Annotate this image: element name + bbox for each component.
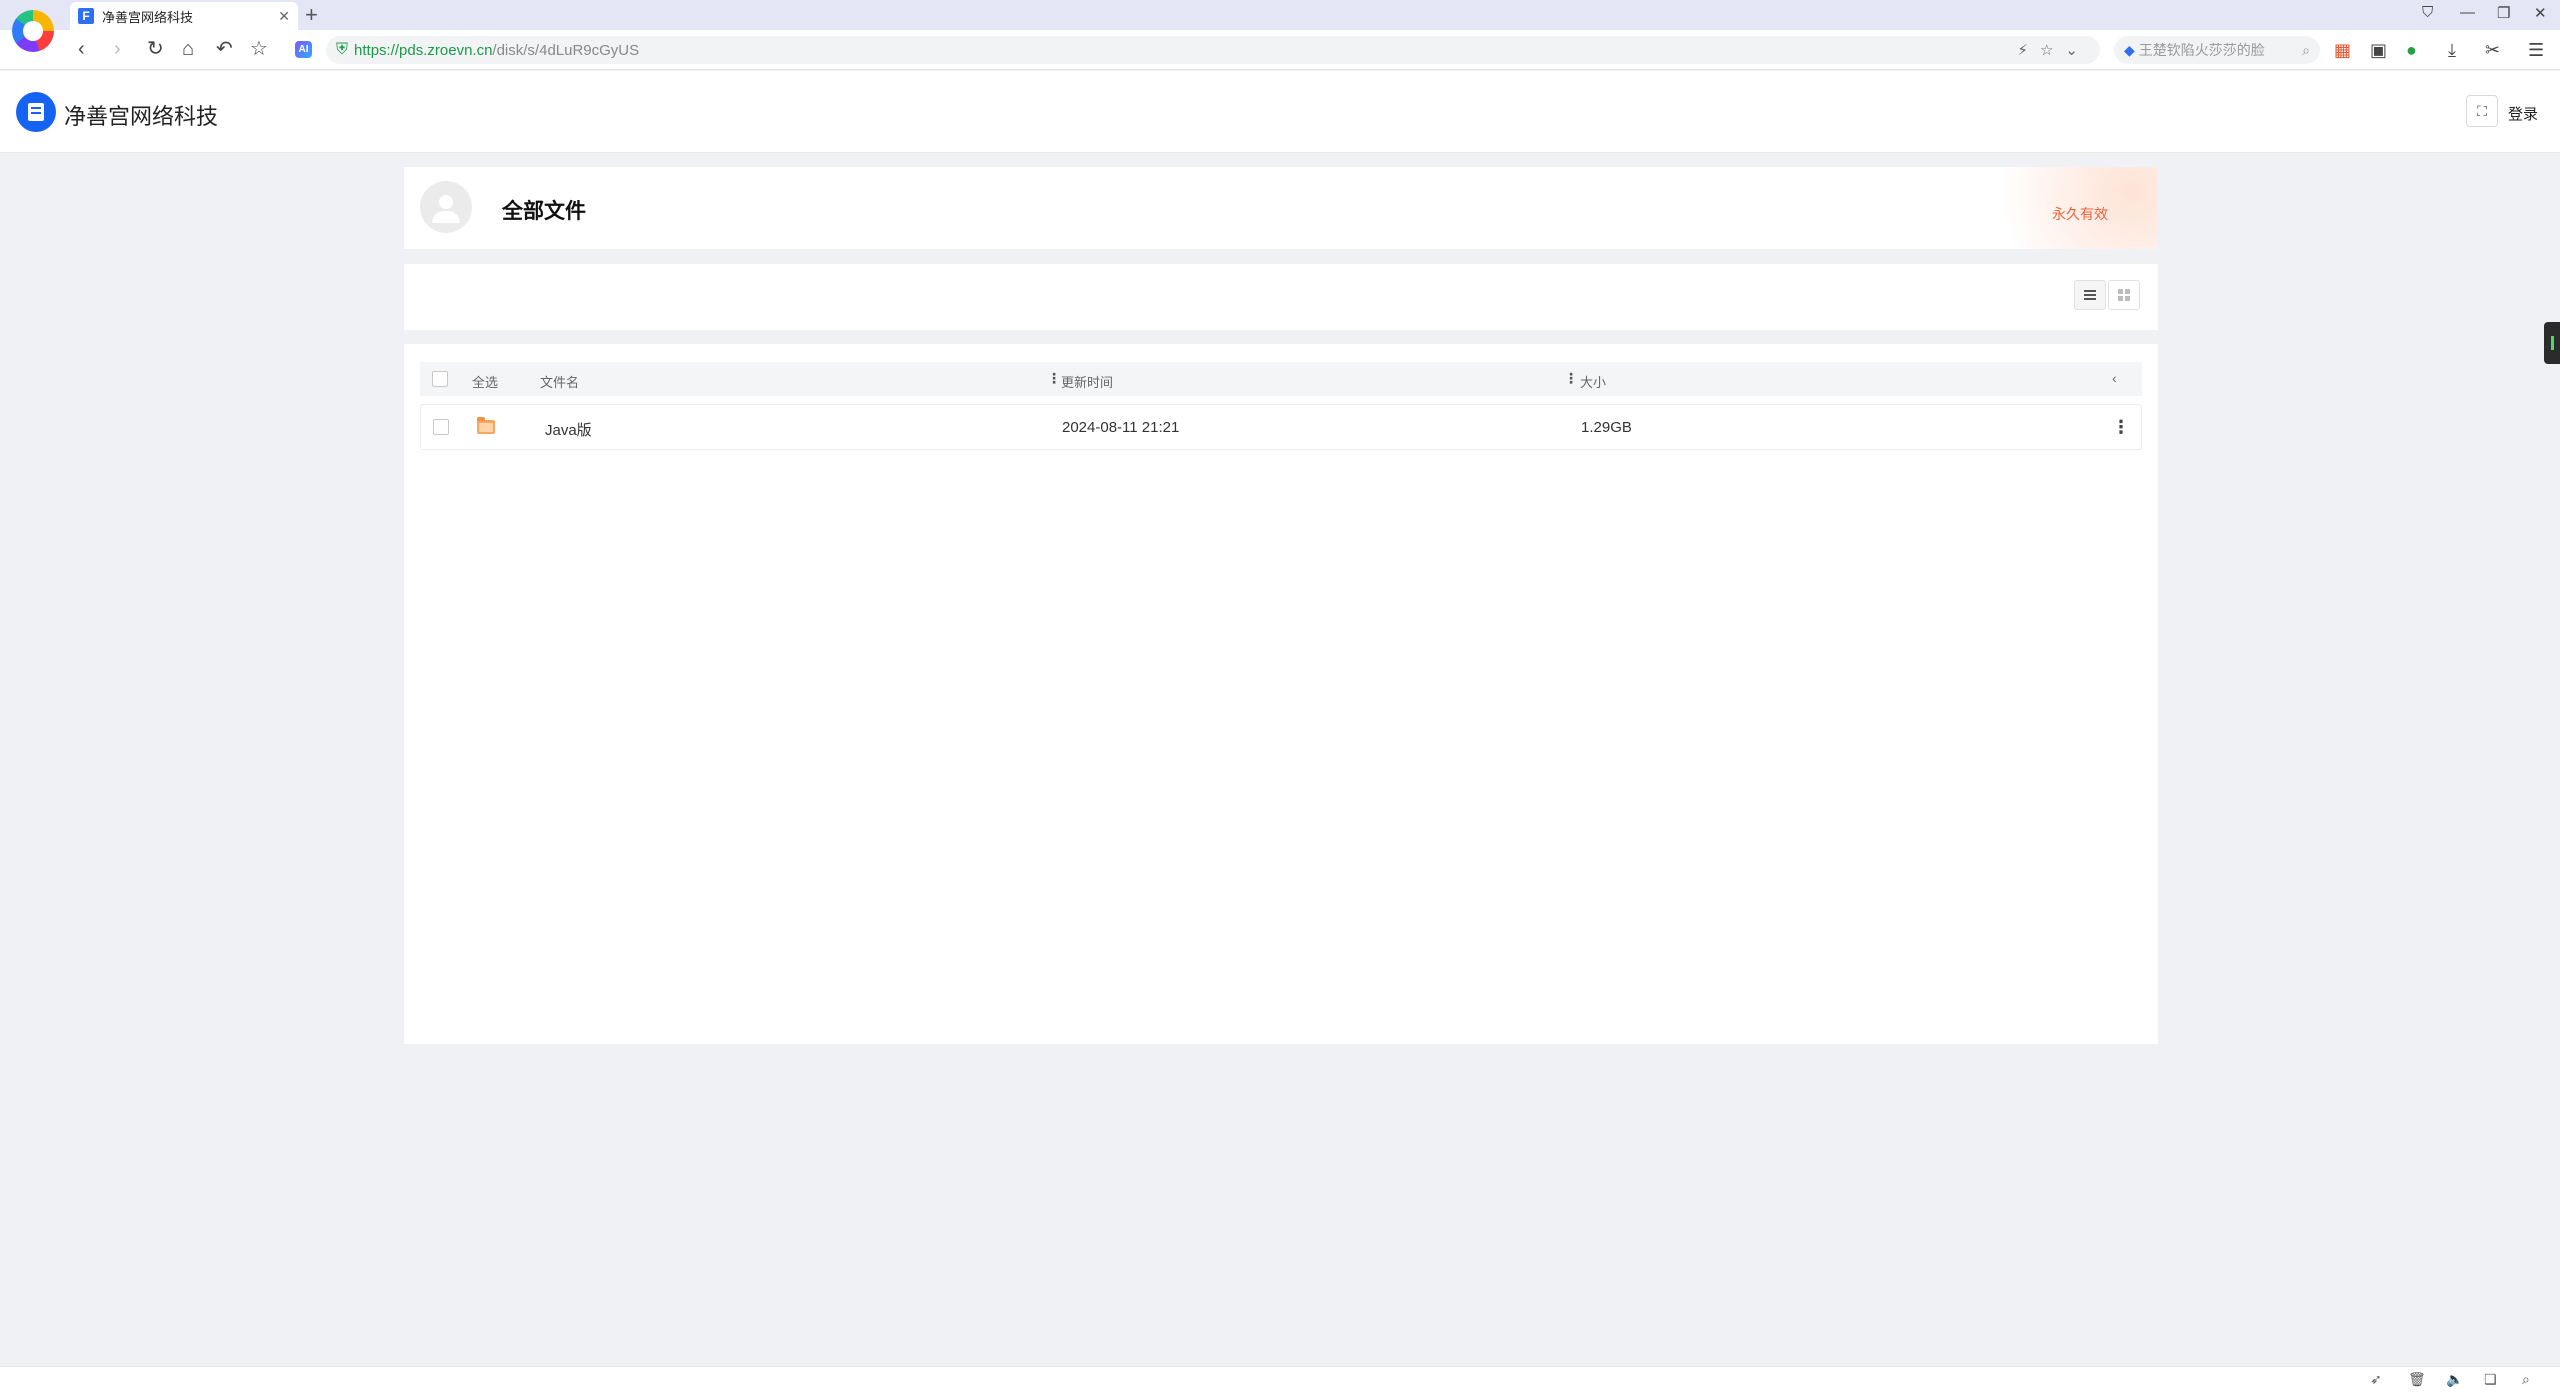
grid-view-icon (2118, 289, 2130, 301)
shield-icon: ⛨ (336, 41, 349, 58)
tab-close-icon[interactable]: ✕ (278, 8, 290, 25)
column-resize-handle[interactable]: ⋮ (1047, 370, 1061, 387)
download-icon[interactable]: ⤓ (2448, 39, 2456, 61)
side-panel-handle[interactable] (2544, 322, 2560, 364)
rocket-icon[interactable]: ➶ (2370, 1371, 2382, 1388)
browser-logo-icon[interactable] (12, 10, 54, 52)
list-view-icon (2084, 290, 2096, 300)
url-path: /disk/s/4dLuR9cGyUS (492, 41, 640, 59)
restore-icon[interactable]: ❐ (2497, 4, 2510, 22)
close-window-icon[interactable]: ✕ (2534, 4, 2547, 22)
folder-icon (477, 417, 495, 434)
scissors-icon[interactable]: ✂ (2485, 39, 2500, 61)
file-updated-time: 2024-08-11 21:21 (1062, 419, 1180, 436)
login-link[interactable]: 登录 (2508, 103, 2538, 124)
select-all-checkbox[interactable] (432, 371, 448, 387)
browser-nav-bar: ‹ › ↻ ⌂ ↶ ☆ AI ⛨ https://pds.zroevn.cn/d… (0, 30, 2560, 70)
file-table: 全选 文件名 ⋮ 更新时间 ⋮ 大小 ‹ Java版 2024-08-11 21… (404, 344, 2158, 1044)
apps-icon[interactable]: ▦ (2334, 39, 2351, 61)
file-size: 1.29GB (1581, 419, 1632, 436)
column-header-name[interactable]: 文件名 (540, 372, 579, 391)
tshirt-skin-icon[interactable]: ⛉ (2422, 4, 2433, 21)
url-host: https://pds.zroevn.cn (354, 41, 493, 59)
search-input[interactable]: 王楚钦陷火莎莎的脸 (2139, 40, 2302, 60)
brand-name[interactable]: 净善宫网络科技 (64, 99, 218, 131)
page-title: 全部文件 (502, 200, 586, 223)
search-engine-icon[interactable]: ◆ (2124, 42, 2135, 59)
back-icon[interactable]: ‹ (78, 37, 85, 61)
refresh-icon[interactable]: ↻ (147, 37, 164, 61)
search-box[interactable]: ◆ 王楚钦陷火莎莎的脸 ⌕ (2114, 36, 2320, 64)
grid-view-button[interactable] (2108, 280, 2140, 310)
url-text[interactable]: https://pds.zroevn.cn/disk/s/4dLuR9cGyUS (354, 42, 2017, 59)
address-bar-actions: ⚡☆⌄ (2017, 41, 2090, 59)
avatar (420, 181, 472, 233)
menu-icon[interactable]: ☰ (2528, 39, 2544, 61)
new-tab-button[interactable]: + (305, 2, 318, 28)
chevron-left-icon[interactable]: ‹ (2112, 370, 2117, 386)
column-header-updated[interactable]: 更新时间 (1061, 372, 1113, 391)
row-checkbox[interactable] (433, 419, 449, 435)
speaker-icon[interactable]: 🔈 (2446, 1371, 2463, 1388)
column-resize-handle[interactable]: ⋮ (1564, 370, 1578, 387)
window-icon[interactable]: ▣ (2370, 39, 2387, 61)
site-header: 净善宫网络科技 ⛶ 登录 (0, 71, 2560, 153)
column-header-size[interactable]: 大小 (1580, 372, 1606, 391)
list-view-button[interactable] (2074, 280, 2106, 310)
validity-badge: 永久有效 (2052, 206, 2108, 222)
lightning-icon[interactable]: ⚡ (2017, 42, 2040, 59)
file-name[interactable]: Java版 (545, 419, 592, 440)
more-options-icon[interactable]: ⋮ (2112, 417, 2130, 437)
view-toolbar (404, 264, 2158, 330)
star-icon[interactable]: ☆ (250, 37, 268, 61)
address-bar[interactable]: ⛨ https://pds.zroevn.cn/disk/s/4dLuR9cGy… (326, 36, 2100, 64)
browser-status-bar: ➶ 🗑 🔈 ❏ ⌕ (0, 1366, 2560, 1392)
browser-tab-bar: F 净善宫网络科技 ✕ + ⛉ — ❐ ✕ (0, 0, 2560, 30)
tab-favicon-icon: F (78, 8, 94, 24)
zoom-icon[interactable]: ⌕ (2522, 1371, 2530, 1388)
screenshot-icon[interactable]: ❏ (2484, 1371, 2497, 1388)
favorite-icon[interactable]: ☆ (2040, 42, 2065, 59)
share-info-card: 全部文件 永久有效 (404, 167, 2158, 249)
game-icon[interactable]: ● (2406, 39, 2417, 61)
qr-scan-icon[interactable]: ⛶ (2466, 95, 2498, 127)
brand-logo-icon[interactable] (16, 92, 56, 132)
user-icon (432, 195, 460, 223)
ai-assistant-icon[interactable]: AI (295, 41, 312, 58)
chevron-down-icon[interactable]: ⌄ (2065, 42, 2090, 59)
search-icon[interactable]: ⌕ (2302, 42, 2310, 59)
table-row[interactable]: Java版 2024-08-11 21:21 1.29GB ⋮ (420, 404, 2142, 450)
browser-tab[interactable]: F 净善宫网络科技 ✕ (70, 2, 298, 30)
tab-title: 净善宫网络科技 (102, 9, 194, 25)
trash-icon[interactable]: 🗑 (2408, 1371, 2426, 1388)
select-all-label[interactable]: 全选 (472, 372, 498, 391)
forward-icon[interactable]: › (114, 37, 121, 61)
undo-icon[interactable]: ↶ (216, 37, 233, 61)
home-icon[interactable]: ⌂ (182, 37, 194, 61)
table-header: 全选 文件名 ⋮ 更新时间 ⋮ 大小 ‹ (420, 362, 2142, 396)
minimize-icon[interactable]: — (2460, 4, 2475, 21)
